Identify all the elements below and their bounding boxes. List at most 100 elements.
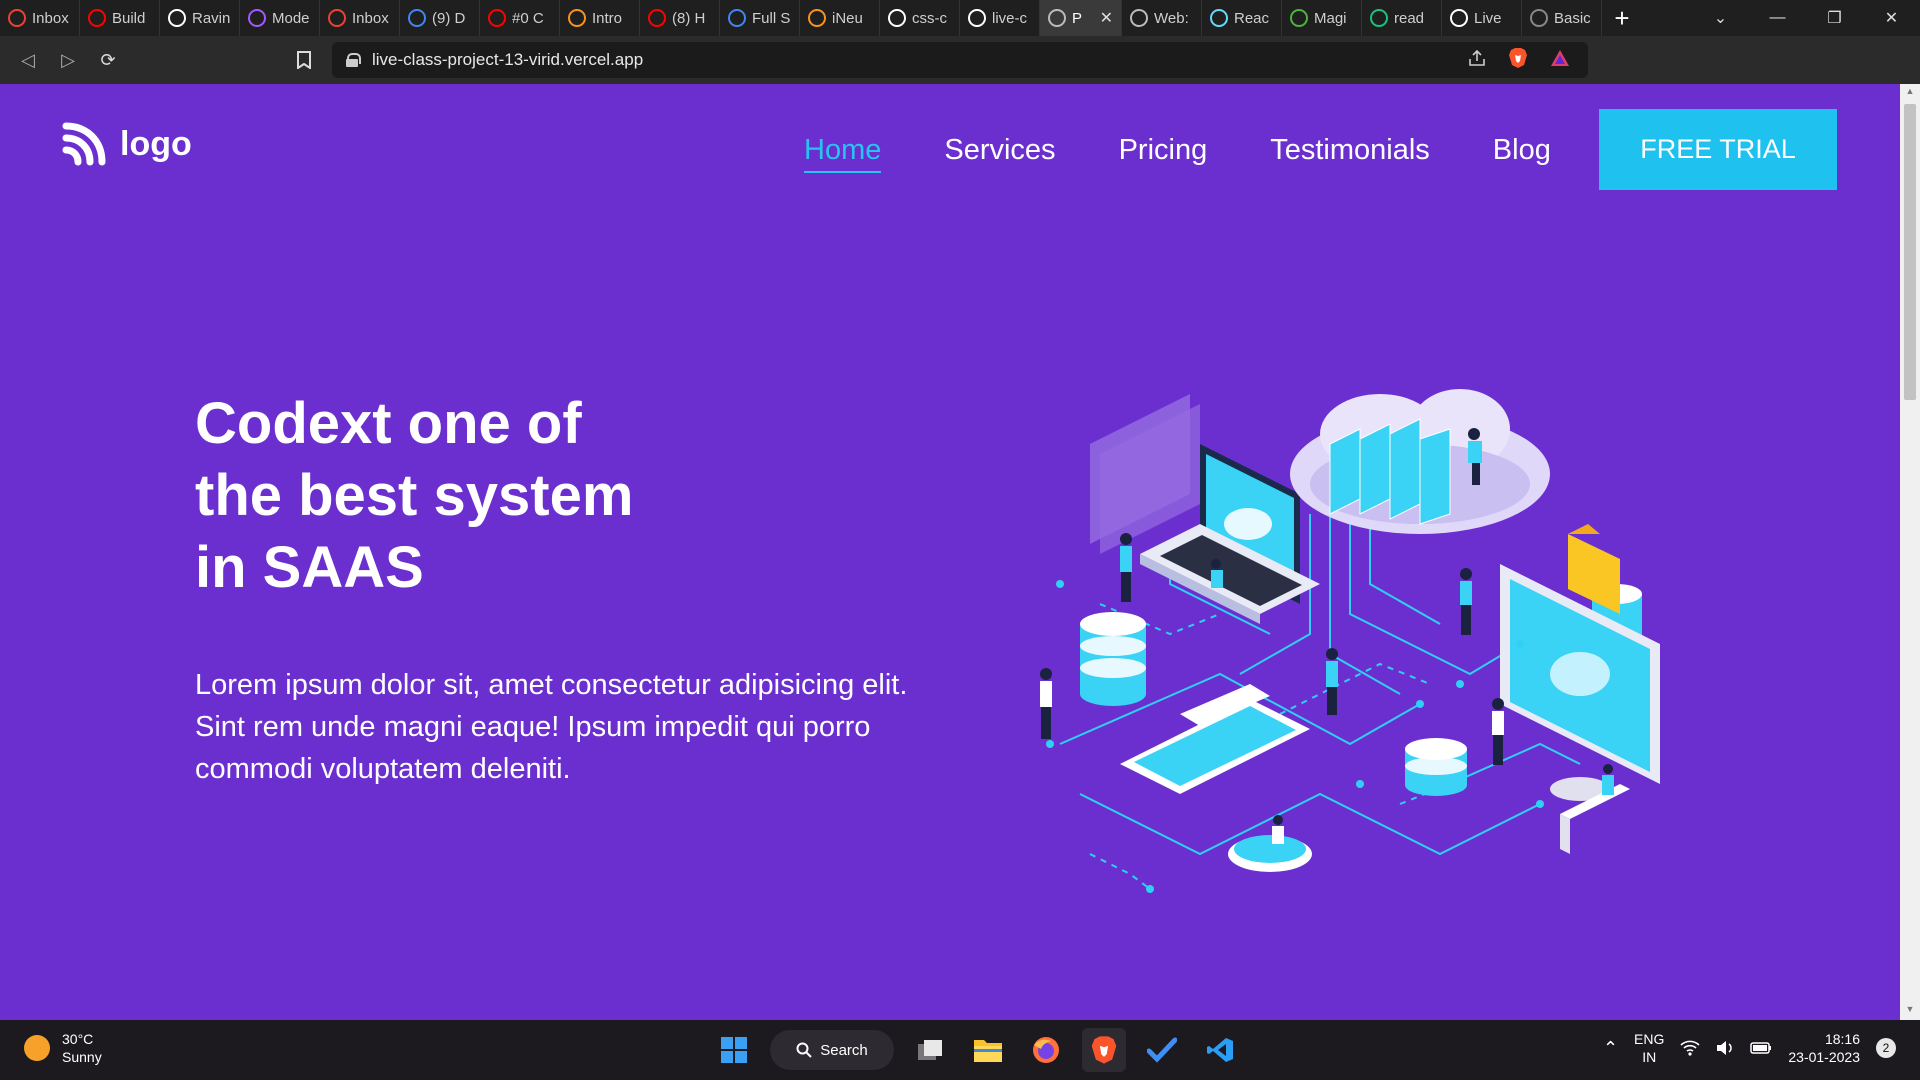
browser-tab-label: (9) D (432, 9, 466, 27)
browser-tab[interactable]: iNeu (800, 0, 880, 36)
todo-icon[interactable] (1140, 1028, 1184, 1072)
brave-shields-icon[interactable] (1508, 47, 1528, 74)
folder-icon (1568, 524, 1620, 614)
browser-tab[interactable]: Magi (1282, 0, 1362, 36)
task-view-icon[interactable] (908, 1028, 952, 1072)
docs-icon (728, 9, 746, 27)
blank-page-icon (1450, 9, 1468, 27)
clock[interactable]: 18:16 23-01-2023 (1788, 1030, 1860, 1066)
browser-tab[interactable]: Live (1442, 0, 1522, 36)
gmail-icon (8, 9, 26, 27)
battery-icon[interactable] (1750, 1041, 1772, 1055)
browser-tab[interactable]: read (1362, 0, 1442, 36)
brave-rewards-icon[interactable] (1550, 49, 1570, 72)
scroll-down-icon[interactable]: ▼ (1900, 1004, 1920, 1018)
logo-icon (62, 122, 106, 166)
lock-icon (346, 53, 361, 67)
file-explorer-icon[interactable] (966, 1028, 1010, 1072)
browser-tab-label: Web: (1154, 9, 1189, 27)
sun-icon (24, 1035, 50, 1061)
browser-tab[interactable]: Basic (1522, 0, 1602, 36)
scroll-up-icon[interactable]: ▲ (1900, 86, 1920, 100)
nav-link-blog[interactable]: Blog (1493, 134, 1551, 173)
search-icon (796, 1042, 812, 1058)
browser-tab[interactable]: Web: (1122, 0, 1202, 36)
browser-tab[interactable]: Intro (560, 0, 640, 36)
github-icon (888, 9, 906, 27)
restore-button[interactable]: ❐ (1806, 0, 1863, 36)
chrome-icon (408, 9, 426, 27)
browser-tab[interactable]: Mode (240, 0, 320, 36)
clock-time: 18:16 (1824, 1031, 1860, 1047)
hero-title-line: Codext one of (195, 391, 582, 456)
browser-tab[interactable]: live-c (960, 0, 1040, 36)
scrollbar-thumb[interactable] (1904, 104, 1916, 400)
browser-tab-label: Basic (1554, 9, 1591, 27)
browser-tab-label: (8) H (672, 9, 706, 27)
browser-tab[interactable]: Build (80, 0, 160, 36)
bookmark-icon[interactable] (284, 36, 324, 84)
nav-link-pricing[interactable]: Pricing (1119, 134, 1208, 173)
start-button[interactable] (712, 1028, 756, 1072)
taskbar-search[interactable]: Search (770, 1030, 894, 1070)
url-text: live-class-project-13-virid.vercel.app (372, 50, 644, 69)
ineuron-icon (808, 9, 826, 27)
close-window-button[interactable]: ✕ (1863, 0, 1920, 36)
free-trial-button[interactable]: FREE TRIAL (1599, 109, 1837, 190)
firefox-icon[interactable] (1024, 1028, 1068, 1072)
new-tab-button[interactable]: + (1602, 0, 1642, 36)
page-scrollbar[interactable]: ▲ ▼ (1900, 84, 1920, 1020)
platform-icon (1228, 835, 1312, 872)
browser-tab[interactable]: #0 C (480, 0, 560, 36)
forward-button[interactable]: ▷ (48, 36, 88, 84)
address-bar[interactable]: live-class-project-13-virid.vercel.app (332, 42, 1588, 78)
browser-tab-bar: Inbox Build Ravin Mode Inbox (9) D #0 C Intro (8… (0, 0, 1920, 36)
browser-tab-label: Inbox (32, 9, 69, 27)
browser-tab[interactable]: Full S (720, 0, 800, 36)
brave-browser-icon[interactable] (1082, 1028, 1126, 1072)
share-icon[interactable] (1468, 49, 1486, 71)
nav-link-services[interactable]: Services (944, 134, 1055, 173)
browser-tab[interactable]: Ravin (160, 0, 240, 36)
browser-tab[interactable]: (8) H (640, 0, 720, 36)
close-tab-icon[interactable]: ✕ (1100, 8, 1113, 28)
browser-tab[interactable]: Inbox (320, 0, 400, 36)
hero-illustration (1040, 389, 1660, 893)
tab-list-icon[interactable]: ⌄ (1692, 0, 1749, 36)
wifi-icon[interactable] (1680, 1040, 1700, 1056)
nav-link-testimonials[interactable]: Testimonials (1270, 134, 1430, 173)
browser-tab[interactable]: P ✕ (1040, 0, 1122, 36)
language-indicator[interactable]: ENG IN (1634, 1030, 1664, 1066)
weather-desc: Sunny (62, 1049, 102, 1065)
chevron-up-icon[interactable]: ⌃ (1603, 1038, 1618, 1059)
gmail-icon (328, 9, 346, 27)
browser-tab[interactable]: Reac (1202, 0, 1282, 36)
globe-icon (1048, 9, 1066, 27)
react-icon (1210, 9, 1228, 27)
browser-tab[interactable]: (9) D (400, 0, 480, 36)
browser-tab-label: Reac (1234, 9, 1270, 27)
youtube-icon (648, 9, 666, 27)
browser-tab-label: Live (1474, 9, 1502, 27)
database-icon (1080, 612, 1146, 706)
browser-tab[interactable]: Inbox (0, 0, 80, 36)
weather-widget[interactable]: 30°C Sunny (24, 1030, 102, 1066)
web-page: logo Home Services Pricing Testimonials Blog… (0, 84, 1900, 1020)
vscode-icon[interactable] (1198, 1028, 1242, 1072)
notification-badge[interactable]: 2 (1876, 1038, 1896, 1058)
database-icon (1405, 738, 1467, 796)
phone-icon (1120, 684, 1310, 794)
hero-title-line: the best system (195, 463, 634, 528)
back-button[interactable]: ◁ (8, 36, 48, 84)
nav-link-home[interactable]: Home (804, 134, 882, 173)
browser-tab-label: Mode (272, 9, 310, 27)
minimize-button[interactable]: — (1749, 0, 1806, 36)
window-controls: ⌄ — ❐ ✕ (1692, 0, 1920, 36)
site-logo[interactable]: logo (62, 122, 192, 166)
globe-icon (1130, 9, 1148, 27)
browser-tab-label: Intro (592, 9, 623, 27)
browser-tab[interactable]: css-c (880, 0, 960, 36)
volume-icon[interactable] (1716, 1040, 1734, 1056)
reload-button[interactable]: ⟳ (88, 36, 128, 84)
logo-text: logo (120, 124, 192, 163)
